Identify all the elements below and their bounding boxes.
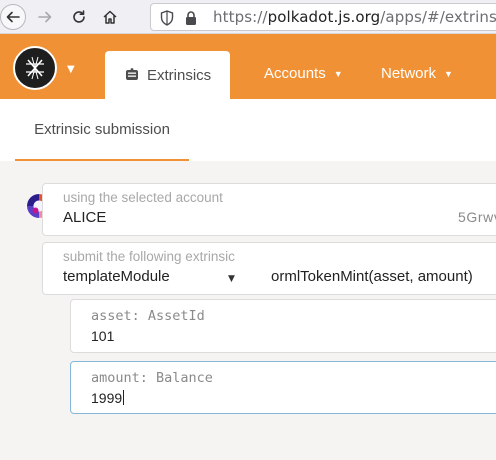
- menu-network[interactable]: Network ▼: [381, 65, 453, 82]
- asset-input-value: 101: [91, 328, 115, 344]
- extrinsic-selector: submit the following extrinsic templateM…: [42, 242, 496, 295]
- menu-network-label: Network: [381, 65, 437, 82]
- url-prefix: https://: [213, 8, 268, 26]
- account-name: ALICE: [63, 209, 107, 226]
- account-address: 5Grwv: [458, 209, 496, 225]
- polkadot-logo: [26, 56, 44, 80]
- amount-input-label: amount: Balance: [91, 370, 213, 386]
- home-icon: [103, 10, 117, 24]
- extrinsics-icon: [125, 68, 139, 82]
- amount-input[interactable]: amount: Balance 1999: [70, 361, 496, 414]
- reload-button[interactable]: [66, 4, 92, 30]
- text-cursor: [123, 390, 125, 405]
- reload-icon: [73, 10, 85, 23]
- chevron-down-icon[interactable]: ▼: [67, 64, 75, 75]
- extrinsic-selector-label: submit the following extrinsic: [63, 249, 235, 264]
- lock-icon[interactable]: [184, 10, 198, 26]
- tab-extrinsic-submission-label: Extrinsic submission: [34, 120, 170, 138]
- account-selector[interactable]: using the selected account ALICE 5Grwv: [42, 183, 496, 236]
- home-button[interactable]: [97, 4, 123, 30]
- url-host: polkadot.js.org: [267, 8, 381, 26]
- amount-input-field[interactable]: 1999: [91, 390, 125, 406]
- chevron-down-icon: ▼: [444, 68, 453, 79]
- app-header: ▼ Extrinsics Accounts ▼ Network ▼: [0, 34, 496, 99]
- chain-logo[interactable]: [13, 46, 57, 90]
- back-button[interactable]: [0, 4, 26, 30]
- tab-extrinsic-submission[interactable]: Extrinsic submission: [15, 99, 189, 161]
- address-bar[interactable]: https://polkadot.js.org/apps/#/extrinsic…: [150, 3, 496, 31]
- asset-input[interactable]: asset: AssetId 101: [70, 299, 496, 353]
- arrow-left-icon: [6, 11, 20, 23]
- tab-extrinsics[interactable]: Extrinsics: [105, 51, 230, 99]
- url-text: https://polkadot.js.org/apps/#/extrinsic…: [213, 8, 496, 26]
- chevron-down-icon[interactable]: ▼: [228, 274, 235, 284]
- menu-accounts[interactable]: Accounts ▼: [264, 65, 343, 82]
- account-selector-label: using the selected account: [63, 190, 223, 205]
- sub-navigation: Extrinsic submission: [0, 99, 496, 161]
- tab-extrinsics-label: Extrinsics: [147, 66, 212, 84]
- browser-toolbar: https://polkadot.js.org/apps/#/extrinsic…: [0, 0, 496, 34]
- arrow-right-icon: [38, 11, 52, 23]
- chevron-down-icon: ▼: [333, 68, 343, 79]
- url-path: /apps/#/extrinsics: [380, 8, 496, 26]
- shield-icon[interactable]: [160, 10, 174, 26]
- asset-input-label: asset: AssetId: [91, 308, 205, 324]
- menu-accounts-label: Accounts: [264, 65, 326, 82]
- module-dropdown[interactable]: templateModule: [63, 268, 170, 285]
- method-dropdown[interactable]: ormlTokenMint(asset, amount): [271, 268, 473, 285]
- forward-button[interactable]: [32, 4, 58, 30]
- amount-input-value: 1999: [91, 390, 123, 406]
